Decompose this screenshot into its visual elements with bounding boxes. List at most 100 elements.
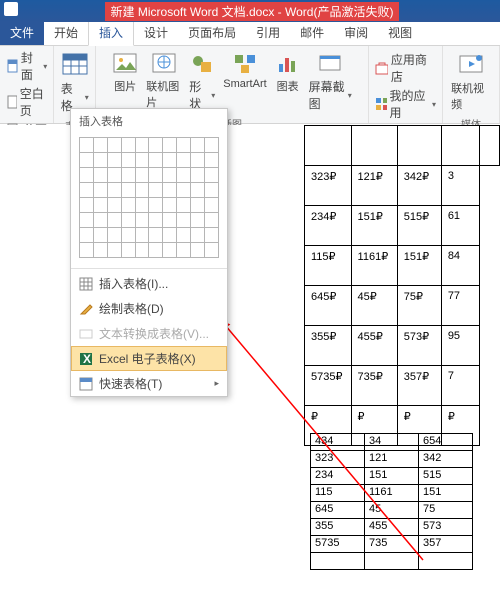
table-cell[interactable]: 1161₽	[351, 246, 397, 286]
table-cell[interactable]: 455	[365, 519, 419, 536]
table-cell[interactable]: 1161	[365, 485, 419, 502]
table-cell[interactable]: 645₽	[305, 286, 352, 326]
table-cell[interactable]	[305, 126, 352, 166]
table-cell[interactable]: 735₽	[351, 366, 397, 406]
table-cell[interactable]: 645	[311, 502, 365, 519]
draw-table-item[interactable]: 绘制表格(D)	[71, 296, 227, 321]
table-cell[interactable]: 151	[365, 468, 419, 485]
table-cell[interactable]: 115	[311, 485, 365, 502]
table-cell[interactable]: 151₽	[351, 206, 397, 246]
table-cell[interactable]: 5735₽	[305, 366, 352, 406]
table-cell[interactable]: 357₽	[397, 366, 441, 406]
table-cell[interactable]: 77	[441, 286, 480, 326]
blank-page-button[interactable]: 空白页	[6, 84, 47, 120]
smartart-icon	[232, 52, 258, 76]
table-cell[interactable]: 151₽	[397, 246, 441, 286]
apps-icon	[375, 97, 387, 111]
title-bar: 新建 Microsoft Word 文档.docx - Word(产品激活失败)	[0, 0, 500, 22]
store-icon	[375, 61, 388, 75]
cover-page-button[interactable]: 封面▾	[6, 48, 47, 84]
table-cell[interactable]: 455₽	[351, 326, 397, 366]
table-icon	[61, 52, 89, 78]
table-cell[interactable]: 3	[441, 166, 480, 206]
table-cell[interactable]: 323₽	[305, 166, 352, 206]
table-cell[interactable]: 5735	[311, 536, 365, 553]
table-dropdown: 插入表格 插入表格(I)... 绘制表格(D) 文本转换成表格(V)... XE…	[70, 108, 228, 397]
online-picture-icon	[151, 52, 177, 76]
tab-mailings[interactable]: 邮件	[290, 20, 334, 45]
my-apps-button[interactable]: 我的应用▾	[375, 86, 436, 122]
pencil-icon	[79, 302, 93, 316]
video-icon	[457, 52, 485, 78]
table-cell[interactable]	[311, 553, 365, 570]
tab-references[interactable]: 引用	[246, 20, 290, 45]
document-table-1[interactable]: 323₽121₽342₽3234₽151₽515₽61115₽1161₽151₽…	[304, 125, 500, 446]
group-apps: 应用商店 我的应用▾ 应用程序	[369, 46, 443, 123]
table-cell[interactable]: 355	[311, 519, 365, 536]
table-cell[interactable]: 342₽	[397, 166, 441, 206]
table-cell[interactable]: 515	[419, 468, 473, 485]
table-cell[interactable]: 7	[441, 366, 480, 406]
tab-file[interactable]: 文件	[0, 20, 44, 45]
smartart-button[interactable]: SmartArt	[223, 52, 266, 112]
app-icon	[4, 2, 18, 16]
excel-spreadsheet-item[interactable]: XExcel 电子表格(X)	[71, 346, 227, 371]
table-cell[interactable]: 115₽	[305, 246, 352, 286]
table-cell[interactable]: 34	[365, 434, 419, 451]
table-cell[interactable]	[441, 126, 480, 166]
quick-table-icon	[79, 377, 93, 391]
tab-design[interactable]: 设计	[134, 20, 178, 45]
app-store-button[interactable]: 应用商店	[375, 50, 436, 86]
online-video-button[interactable]: 联机视频	[449, 50, 493, 114]
table-cell[interactable]: 735	[365, 536, 419, 553]
quick-tables-item[interactable]: 快速表格(T)▸	[71, 371, 227, 396]
convert-icon	[79, 327, 93, 341]
table-cell[interactable]: 573₽	[397, 326, 441, 366]
tab-layout[interactable]: 页面布局	[178, 20, 246, 45]
table-grid-picker[interactable]	[71, 133, 227, 266]
table-cell[interactable]: 95	[441, 326, 480, 366]
table-cell[interactable]: 234	[311, 468, 365, 485]
table-cell[interactable]: 434	[311, 434, 365, 451]
table-cell[interactable]: 323	[311, 451, 365, 468]
group-pages: 封面▾ 空白页 分页 页面	[0, 46, 54, 123]
table-cell[interactable]: 573	[419, 519, 473, 536]
document-table-2[interactable]: 4343465432312134223415151511511611516454…	[310, 433, 473, 570]
svg-text:X: X	[83, 352, 91, 366]
table-cell[interactable]	[351, 126, 397, 166]
insert-table-item[interactable]: 插入表格(I)...	[71, 271, 227, 296]
table-cell[interactable]	[480, 126, 500, 166]
table-cell[interactable]: 234₽	[305, 206, 352, 246]
table-cell[interactable]	[397, 126, 441, 166]
table-cell[interactable]: 357	[419, 536, 473, 553]
tab-insert[interactable]: 插入	[88, 19, 134, 46]
table-button[interactable]: 表格▾	[59, 50, 91, 116]
table-cell[interactable]: 61	[441, 206, 480, 246]
table-cell[interactable]: 75	[419, 502, 473, 519]
group-media: 联机视频 媒体	[443, 46, 500, 123]
table-cell[interactable]	[419, 553, 473, 570]
table-cell[interactable]: 355₽	[305, 326, 352, 366]
table-cell[interactable]: 121	[365, 451, 419, 468]
table-cell[interactable]: 121₽	[351, 166, 397, 206]
table-cell[interactable]: 45₽	[351, 286, 397, 326]
dropdown-title: 插入表格	[71, 109, 227, 133]
table-cell[interactable]: 342	[419, 451, 473, 468]
ribbon-tabs: 文件 开始 插入 设计 页面布局 引用 邮件 审阅 视图	[0, 22, 500, 46]
online-pictures-button[interactable]: 联机图片	[146, 52, 181, 112]
table-cell[interactable]	[365, 553, 419, 570]
tab-home[interactable]: 开始	[44, 20, 88, 45]
screenshot-button[interactable]: 屏幕截图▾	[309, 52, 352, 112]
chart-button[interactable]: 图表	[275, 52, 301, 112]
table-cell[interactable]: 654	[419, 434, 473, 451]
table-cell[interactable]: 75₽	[397, 286, 441, 326]
shapes-button[interactable]: 形状▾	[189, 52, 215, 112]
table-cell[interactable]: 151	[419, 485, 473, 502]
table-cell[interactable]: 45	[365, 502, 419, 519]
tab-view[interactable]: 视图	[378, 20, 422, 45]
excel-icon: X	[79, 352, 93, 366]
table-cell[interactable]: 84	[441, 246, 480, 286]
pictures-button[interactable]: 图片	[112, 52, 138, 112]
tab-review[interactable]: 审阅	[334, 20, 378, 45]
table-cell[interactable]: 515₽	[397, 206, 441, 246]
